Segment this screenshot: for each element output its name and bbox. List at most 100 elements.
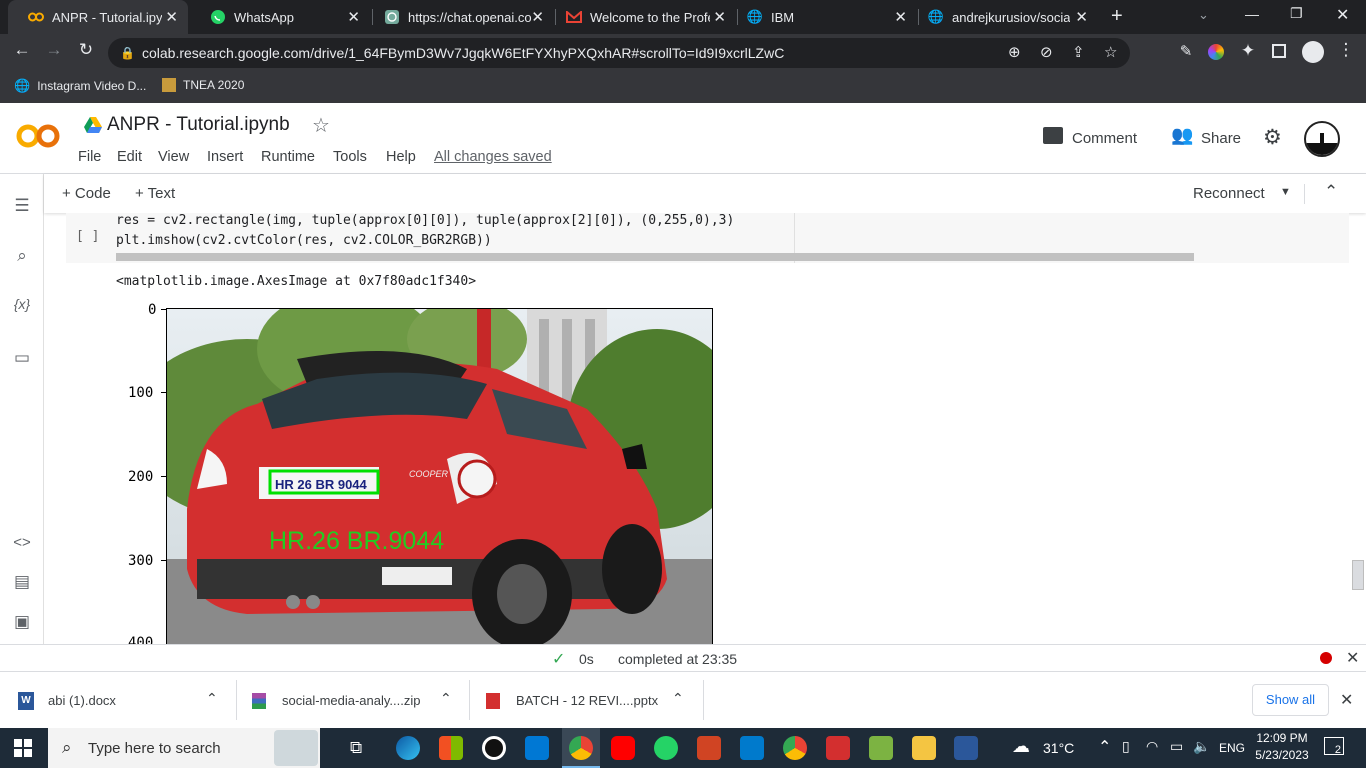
tab-anpr-tutorial[interactable]: ANPR - Tutorial.ipynb ✕ xyxy=(8,0,188,34)
search-icon[interactable]: ⌕ xyxy=(12,246,32,266)
close-status-icon[interactable]: ✕ xyxy=(1346,648,1359,668)
store-icon[interactable] xyxy=(439,736,463,760)
volume-icon[interactable]: 🔈 xyxy=(1193,738,1210,755)
obs-icon[interactable] xyxy=(482,736,506,760)
menu-tools[interactable]: Tools xyxy=(333,149,367,165)
chevron-up-icon[interactable]: ⌃ xyxy=(672,690,684,707)
taskbar-search-box[interactable]: ⌕ Type here to search xyxy=(48,728,320,768)
tab-chatgpt[interactable]: https://chat.openai.co ✕ xyxy=(364,0,554,34)
colab-logo-icon[interactable] xyxy=(16,121,62,156)
variables-icon[interactable]: {x} xyxy=(12,296,32,312)
chrome-icon[interactable] xyxy=(569,736,593,760)
tab-whatsapp[interactable]: WhatsApp ✕ xyxy=(190,0,370,34)
zoom-icon[interactable]: ⊕ xyxy=(1008,38,1021,68)
close-tab-icon[interactable]: ✕ xyxy=(894,8,907,26)
restore-icon[interactable]: ❐ xyxy=(1290,5,1303,22)
menu-edit[interactable]: Edit xyxy=(117,149,142,165)
back-icon[interactable]: ← xyxy=(12,40,32,60)
powerpoint-icon[interactable] xyxy=(697,736,721,760)
menu-runtime[interactable]: Runtime xyxy=(261,149,315,165)
download-item-zip[interactable]: social-media-analy....zip ⌃ xyxy=(252,672,462,729)
notebook-title[interactable]: ANPR - Tutorial.ipynb xyxy=(107,114,290,136)
clock-date[interactable]: 5/23/2023 xyxy=(1254,748,1310,762)
star-icon[interactable]: ☆ xyxy=(312,113,330,138)
weather-temp[interactable]: 31°C xyxy=(1043,740,1074,756)
collapse-header-icon[interactable]: ⌃ xyxy=(1324,182,1338,202)
terminal-icon[interactable]: ▣ xyxy=(12,612,32,632)
bookmark-tnea[interactable]: TNEA 2020 xyxy=(162,78,244,92)
tab-ibm[interactable]: 🌐 IBM ✕ xyxy=(727,0,917,34)
chevron-up-icon[interactable]: ⌃ xyxy=(206,690,218,707)
edge-icon[interactable] xyxy=(396,736,420,760)
file-explorer-icon[interactable] xyxy=(912,736,936,760)
tab-search-icon[interactable]: ⌄ xyxy=(1198,7,1209,23)
new-tab-icon[interactable]: + xyxy=(1111,5,1123,28)
bookmark-star-icon[interactable]: ☆ xyxy=(1104,38,1117,68)
tab-gmail[interactable]: Welcome to the Profe ✕ xyxy=(546,0,736,34)
close-window-icon[interactable]: ✕ xyxy=(1336,5,1349,25)
bookmark-instagram[interactable]: 🌐 Instagram Video D... xyxy=(14,78,146,94)
reconnect-button[interactable]: Reconnect xyxy=(1193,185,1265,202)
command-palette-icon[interactable]: ▤ xyxy=(12,572,32,592)
notification-icon[interactable]: 2 xyxy=(1324,737,1344,756)
reload-icon[interactable]: ↻ xyxy=(76,40,96,60)
menu-help[interactable]: Help xyxy=(386,149,416,165)
download-item-pptx[interactable]: BATCH - 12 REVI....pptx ⌃ xyxy=(486,672,696,729)
close-tab-icon[interactable]: ✕ xyxy=(1075,8,1088,26)
files-folder-icon[interactable]: ▭ xyxy=(12,348,32,368)
eye-off-icon[interactable]: ⊘ xyxy=(1040,38,1053,68)
profile-avatar[interactable] xyxy=(1302,41,1324,63)
share-button[interactable]: Share xyxy=(1201,130,1241,147)
minimize-icon[interactable]: — xyxy=(1245,6,1259,22)
clock-time[interactable]: 12:09 PM xyxy=(1256,731,1308,745)
more-menu-icon[interactable]: ⋮ xyxy=(1336,40,1356,60)
side-panel-icon[interactable] xyxy=(1272,44,1286,58)
youtube-icon[interactable] xyxy=(611,736,635,760)
chevron-up-icon[interactable]: ⌃ xyxy=(440,690,452,707)
word-icon[interactable] xyxy=(954,736,978,760)
mail-icon[interactable] xyxy=(525,736,549,760)
whatsapp-icon[interactable] xyxy=(654,736,678,760)
pen-extension-icon[interactable]: ✎ xyxy=(1176,42,1196,60)
settings-gear-icon[interactable]: ⚙ xyxy=(1263,125,1282,150)
account-avatar[interactable] xyxy=(1304,121,1340,157)
add-text-button[interactable]: + Text xyxy=(135,185,175,202)
comment-button[interactable]: Comment xyxy=(1072,130,1137,147)
close-tab-icon[interactable]: ✕ xyxy=(165,8,178,26)
table-of-contents-icon[interactable]: ☰ xyxy=(12,196,32,216)
run-cell-bracket[interactable]: [ ] xyxy=(76,229,99,244)
color-extension-icon[interactable] xyxy=(1208,44,1224,60)
download-item-docx[interactable]: W abi (1).docx ⌃ xyxy=(18,672,228,729)
windows-start-icon[interactable] xyxy=(14,739,32,757)
save-status[interactable]: All changes saved xyxy=(434,149,552,165)
menu-insert[interactable]: Insert xyxy=(207,149,243,165)
page-scrollbar-thumb[interactable] xyxy=(1352,560,1364,590)
close-tab-icon[interactable]: ✕ xyxy=(347,8,360,26)
acrobat-icon[interactable] xyxy=(826,736,850,760)
extensions-puzzle-icon[interactable]: ✦ xyxy=(1238,41,1258,61)
close-tab-icon[interactable]: ✕ xyxy=(531,8,544,26)
chrome-profile-icon[interactable] xyxy=(783,736,807,760)
forward-icon[interactable]: → xyxy=(44,40,64,60)
address-bar[interactable]: 🔒 colab.research.google.com/drive/1_64FB… xyxy=(108,38,1130,68)
menu-file[interactable]: File xyxy=(78,149,101,165)
task-view-icon[interactable]: ⧉ xyxy=(350,738,362,758)
wifi-icon[interactable]: ◠ xyxy=(1146,738,1158,755)
close-tab-icon[interactable]: ✕ xyxy=(713,8,726,26)
code-cell[interactable]: [ ] res = cv2.rectangle(img, tuple(appro… xyxy=(66,213,1349,263)
tray-chevron-icon[interactable]: ⌃ xyxy=(1098,737,1111,757)
tab-andrejkurusiov[interactable]: 🌐 andrejkurusiov/social ✕ xyxy=(908,0,1098,34)
menu-view[interactable]: View xyxy=(158,149,189,165)
tray-device-icon[interactable]: ▯ xyxy=(1122,738,1130,755)
add-code-button[interactable]: + Code xyxy=(62,185,111,202)
close-downloads-icon[interactable]: ✕ xyxy=(1340,690,1353,710)
vscode-icon[interactable] xyxy=(740,736,764,760)
runtime-dropdown-icon[interactable]: ▼ xyxy=(1280,186,1291,198)
code-snippets-icon[interactable]: <> xyxy=(12,534,32,551)
language-indicator[interactable]: ENG xyxy=(1219,741,1245,755)
battery-icon[interactable]: ▭ xyxy=(1170,738,1183,755)
project-icon[interactable] xyxy=(869,736,893,760)
horizontal-scrollbar[interactable] xyxy=(116,253,1194,261)
show-all-button[interactable]: Show all xyxy=(1252,684,1329,716)
share-page-icon[interactable]: ⇪ xyxy=(1072,38,1085,68)
